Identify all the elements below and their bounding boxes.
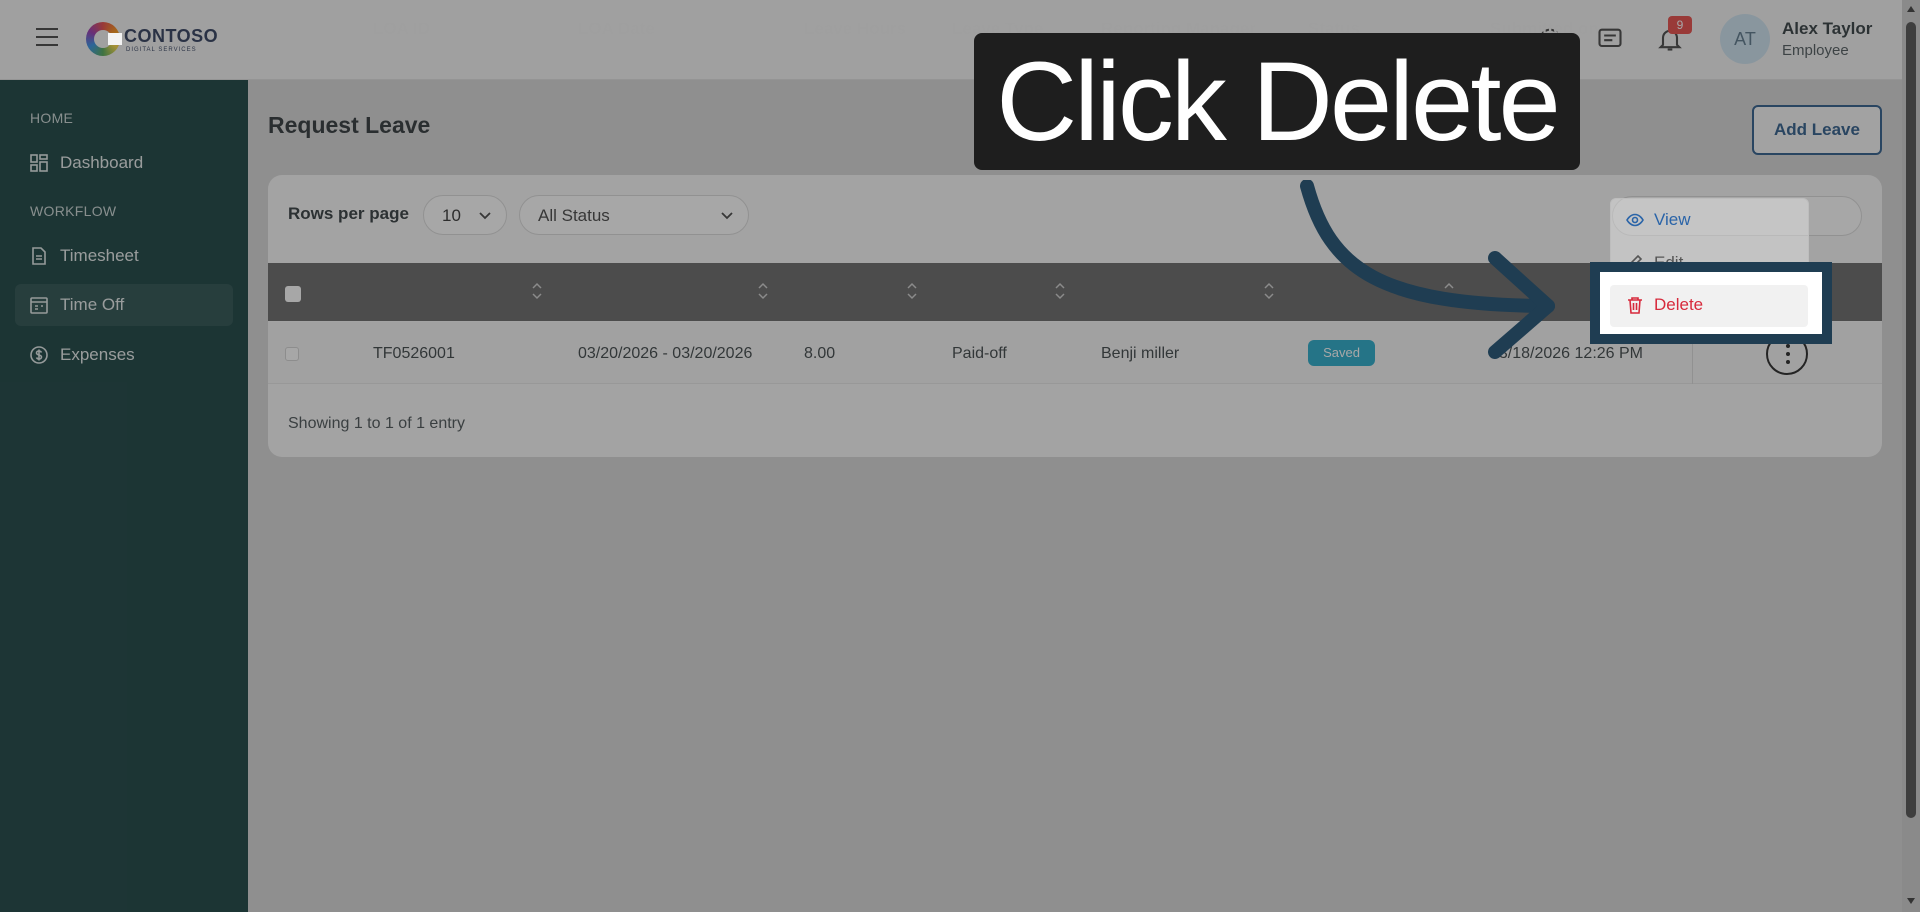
trash-icon (1628, 297, 1642, 314)
callout-text: Click Delete (996, 39, 1561, 164)
scroll-up-icon[interactable] (1907, 6, 1915, 12)
menu-item-label: View (1654, 210, 1691, 229)
scroll-thumb[interactable] (1906, 22, 1916, 818)
pointer-arrow-icon (1300, 180, 1555, 359)
instruction-callout: Click Delete (974, 33, 1580, 170)
page-scrollbar[interactable] (1902, 0, 1920, 912)
menu-item-delete[interactable]: Delete (1610, 285, 1808, 327)
eye-icon (1626, 213, 1644, 227)
dim-overlay (0, 0, 1920, 912)
scroll-down-icon[interactable] (1907, 898, 1915, 904)
menu-item-label: Delete (1654, 295, 1704, 314)
